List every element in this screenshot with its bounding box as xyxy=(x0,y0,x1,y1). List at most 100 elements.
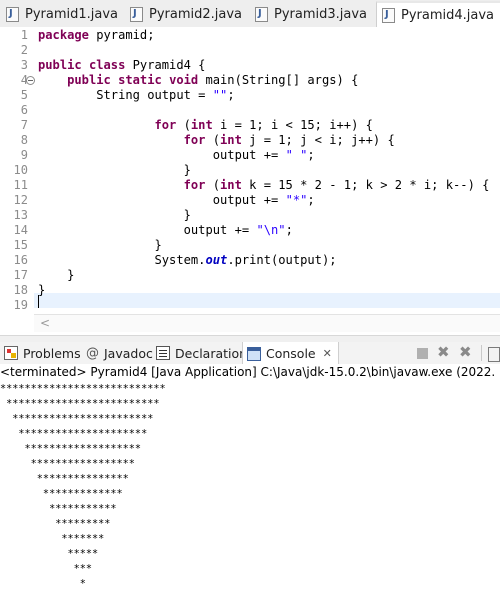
code-token: "" xyxy=(212,88,228,102)
line-number: 6 xyxy=(20,103,28,117)
code-token: public xyxy=(38,58,82,72)
console-output[interactable]: *************************** ************… xyxy=(0,381,500,593)
line-number: 14 xyxy=(13,223,28,237)
remove-all-terminated-icon[interactable]: ✖ xyxy=(459,343,472,361)
declaration-icon xyxy=(156,346,170,360)
code-line: } xyxy=(38,163,191,178)
current-line-highlight xyxy=(0,293,500,308)
console-icon xyxy=(247,346,261,361)
code-line: for (int k = 15 * 2 - 1; k > 2 * i; k--)… xyxy=(38,178,490,193)
tab-pyramid1[interactable]: Pyramid1.java xyxy=(6,1,118,27)
tab-pyramid2[interactable]: Pyramid2.java xyxy=(130,1,242,27)
console-output-line: ******************* xyxy=(0,444,142,455)
code-token: pyramid; xyxy=(88,28,155,42)
line-number: 15 xyxy=(13,238,28,252)
tab-pyramid4[interactable]: Pyramid4.java ✕ xyxy=(376,1,500,28)
tab-label: Console xyxy=(266,346,316,361)
tab-label: Javadoc xyxy=(104,345,153,361)
code-line: System.out.print(output); xyxy=(38,253,337,268)
code-line: public static void main(String[] args) { xyxy=(38,73,358,88)
toolbar-separator xyxy=(481,345,482,361)
line-number: 5 xyxy=(20,88,28,102)
open-console-icon[interactable] xyxy=(488,347,500,362)
code-token: output += xyxy=(38,223,257,237)
java-file-icon xyxy=(382,8,395,23)
tab-declaration[interactable]: Declaration xyxy=(156,342,247,364)
code-token: output += xyxy=(38,148,286,162)
code-token: System. xyxy=(38,253,206,267)
code-token: ( xyxy=(205,133,221,147)
console-output-line: ********* xyxy=(0,519,111,530)
remove-launch-icon[interactable]: ✖ xyxy=(437,343,450,361)
code-token: static xyxy=(118,73,162,87)
java-file-icon xyxy=(130,6,143,22)
line-number: 4 xyxy=(20,73,28,87)
console-output-line: ********************* xyxy=(0,429,148,440)
text-caret xyxy=(38,295,39,308)
code-line: String output = ""; xyxy=(38,88,235,103)
line-number: 19 xyxy=(13,298,28,312)
line-number: 1 xyxy=(20,28,28,42)
line-number: 17 xyxy=(13,268,28,282)
tab-label: Problems xyxy=(23,345,81,361)
code-token: } xyxy=(38,238,162,252)
console-output-line: ***** xyxy=(0,549,99,560)
code-token: "\n" xyxy=(256,223,286,237)
tab-console[interactable]: Console ✕ xyxy=(242,342,339,365)
tab-label: Pyramid3.java xyxy=(274,6,368,22)
code-token: Pyramid4 { xyxy=(125,58,206,72)
code-token: int xyxy=(220,178,242,192)
problems-icon xyxy=(4,346,18,360)
fold-collapse-icon[interactable] xyxy=(26,76,35,85)
line-number: 2 xyxy=(20,43,28,57)
code-token: } xyxy=(38,268,75,282)
tab-problems[interactable]: Problems xyxy=(4,342,81,364)
line-number: 8 xyxy=(20,133,28,147)
code-token: " " xyxy=(285,148,308,162)
code-token: ; xyxy=(227,88,235,102)
code-token: .print(output); xyxy=(227,253,337,267)
code-line: output += "*"; xyxy=(38,193,315,208)
line-number: 3 xyxy=(20,58,28,72)
console-output-line: *************** xyxy=(0,474,129,485)
code-token: main(String[] args) { xyxy=(198,73,359,87)
scroll-left-icon[interactable]: < xyxy=(40,316,50,330)
tab-label: Declaration xyxy=(175,345,248,361)
code-token: } xyxy=(38,283,46,297)
code-token: "*" xyxy=(285,193,308,207)
at-icon: @ xyxy=(86,345,99,361)
line-number: 13 xyxy=(13,208,28,222)
code-token: for xyxy=(154,118,177,132)
horizontal-scrollbar[interactable]: < xyxy=(34,314,500,332)
line-number-gutter: 1 2 3 4 5 6 7 8 9 10 11 12 13 14 15 16 17 18 19 xyxy=(0,27,34,319)
console-output-line: *************************** xyxy=(0,384,166,395)
line-number: 16 xyxy=(13,253,28,267)
console-output-line: ************* xyxy=(0,489,123,500)
console-output-line: ************************* xyxy=(0,399,160,410)
tab-javadoc[interactable]: @ Javadoc xyxy=(86,342,153,364)
code-token: void xyxy=(169,73,199,87)
terminate-icon[interactable] xyxy=(417,348,428,359)
panel-divider[interactable] xyxy=(0,335,500,342)
console-output-line: *********************** xyxy=(0,414,154,425)
tab-pyramid3[interactable]: Pyramid3.java xyxy=(255,1,367,27)
code-token: i = 1; i < 15; i++) { xyxy=(212,118,373,132)
console-status: <terminated> Pyramid4 [Java Application]… xyxy=(0,364,500,381)
java-file-icon xyxy=(6,6,19,22)
code-token: ( xyxy=(176,118,191,132)
line-number: 10 xyxy=(13,163,28,177)
code-token: ; xyxy=(307,148,315,162)
console-output-line: ***************** xyxy=(0,459,135,470)
line-number: 9 xyxy=(20,148,28,162)
close-icon[interactable]: ✕ xyxy=(323,347,332,360)
code-line: output += "\n"; xyxy=(38,223,293,238)
code-token: output += xyxy=(38,193,286,207)
code-editor[interactable]: 1 2 3 4 5 6 7 8 9 10 11 12 13 14 15 16 17 18 19 package py… xyxy=(0,27,500,332)
tab-label: Pyramid1.java xyxy=(25,6,119,22)
line-number: 11 xyxy=(13,178,28,192)
code-token: for xyxy=(183,133,206,147)
